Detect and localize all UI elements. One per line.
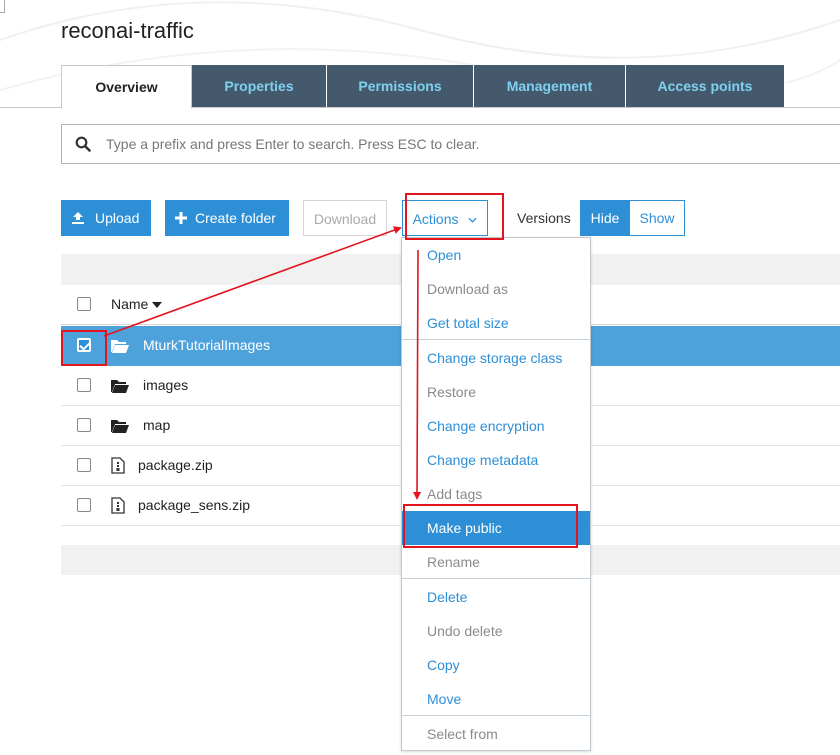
menu-item-change-metadata[interactable]: Change metadata [402, 443, 590, 477]
menu-item-copy[interactable]: Copy [402, 648, 590, 682]
search-box [61, 124, 840, 164]
row-checkbox[interactable] [77, 338, 91, 352]
zip-file-icon [111, 497, 125, 514]
tab-access-points[interactable]: Access points [626, 65, 785, 107]
tab-permissions[interactable]: Permissions [327, 65, 474, 107]
create-folder-button[interactable]: Create folder [165, 200, 289, 236]
menu-item-change-encryption[interactable]: Change encryption [402, 409, 590, 443]
actions-button[interactable]: Actions [402, 200, 488, 236]
versions-show-button[interactable]: Show [629, 200, 685, 236]
menu-item-undo-delete[interactable]: Undo delete [402, 614, 590, 648]
menu-item-select-from[interactable]: Select from [402, 717, 590, 751]
tab-overview[interactable]: Overview [61, 65, 192, 109]
row-name[interactable]: package.zip [138, 457, 213, 473]
upload-button[interactable]: Upload [61, 200, 151, 236]
actions-dropdown-menu: Open Download as Get total size Change s… [401, 237, 591, 751]
versions-hide-button[interactable]: Hide [580, 200, 630, 236]
name-column-header[interactable]: Name [111, 296, 163, 312]
tab-management[interactable]: Management [474, 65, 626, 107]
menu-item-add-tags[interactable]: Add tags [402, 477, 590, 511]
menu-item-get-total-size[interactable]: Get total size [402, 306, 590, 340]
row-name[interactable]: MturkTutorialImages [143, 337, 270, 353]
menu-item-delete[interactable]: Delete [402, 580, 590, 614]
menu-item-move[interactable]: Move [402, 682, 590, 716]
menu-item-open[interactable]: Open [402, 238, 590, 272]
download-button[interactable]: Download [303, 200, 387, 236]
folder-open-icon [111, 420, 129, 433]
menu-separator [402, 715, 590, 716]
zip-file-icon [111, 457, 125, 474]
name-column-label: Name [111, 296, 149, 312]
actions-label: Actions [412, 211, 459, 227]
row-checkbox[interactable] [77, 498, 91, 512]
menu-item-rename[interactable]: Rename [402, 545, 590, 579]
search-input[interactable] [106, 134, 806, 154]
row-checkbox[interactable] [77, 418, 91, 432]
upload-label: Upload [95, 210, 140, 226]
chevron-down-icon [468, 218, 477, 223]
menu-item-restore[interactable]: Restore [402, 375, 590, 409]
menu-item-make-public[interactable]: Make public [402, 511, 590, 545]
menu-separator [402, 339, 590, 340]
row-checkbox[interactable] [77, 378, 91, 392]
menu-item-download-as[interactable]: Download as [402, 272, 590, 306]
upload-icon [72, 212, 84, 224]
versions-label: Versions [517, 210, 571, 226]
select-all-checkbox[interactable] [77, 297, 91, 311]
tab-bar: Overview Properties Permissions Manageme… [0, 65, 840, 109]
folder-open-icon [111, 380, 129, 393]
plus-icon [175, 212, 187, 224]
tab-properties[interactable]: Properties [192, 65, 327, 107]
folder-open-icon [111, 340, 129, 353]
menu-separator [402, 578, 590, 579]
menu-item-change-storage-class[interactable]: Change storage class [402, 341, 590, 375]
bucket-title: reconai-traffic [61, 18, 194, 43]
search-icon [75, 136, 91, 152]
row-name[interactable]: package_sens.zip [138, 497, 250, 513]
row-name[interactable]: images [143, 377, 188, 393]
row-name[interactable]: map [143, 417, 170, 433]
row-checkbox[interactable] [77, 458, 91, 472]
sort-down-icon [152, 302, 163, 309]
window-corner-mark [0, 0, 5, 13]
create-folder-label: Create folder [195, 210, 276, 226]
